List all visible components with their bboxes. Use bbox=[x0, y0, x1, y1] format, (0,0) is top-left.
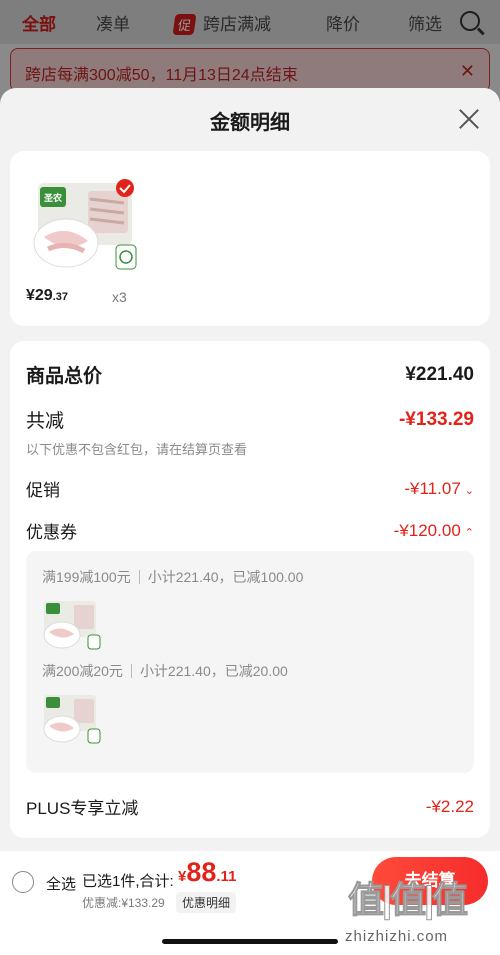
price-integer: 29 bbox=[34, 287, 53, 304]
promo-value-wrap: -¥11.07 ⌄ bbox=[404, 479, 474, 499]
coupon-item: 满200减20元 小计221.40，已减20.00 bbox=[42, 661, 288, 681]
sheet-title: 金额明细 bbox=[210, 112, 290, 134]
tab-cross-store: 促跨店满减 bbox=[172, 10, 272, 35]
watermark-url: zhizhizhi.com bbox=[345, 928, 449, 945]
discount-detail-button[interactable]: 优惠明细 bbox=[176, 892, 237, 913]
amount-detail-sheet: 金额明细 圣农 ¥29.37 x3 商品总价 ¥221.40 共减 -¥133.… bbox=[0, 88, 500, 955]
chevron-down-icon: ⌄ bbox=[464, 484, 474, 497]
amount-breakdown-card: 商品总价 ¥221.40 共减 -¥133.29 以下优惠不包含红包，请在结算页… bbox=[10, 341, 490, 838]
coupon-detail: 小计221.40，已减20.00 bbox=[139, 663, 288, 679]
coupon-value: -¥120.00 bbox=[393, 520, 461, 540]
tab-combine: 凑单 bbox=[96, 15, 130, 34]
coupon-rule: 满200减20元 bbox=[42, 663, 123, 679]
total-price: ¥88.11 bbox=[178, 857, 236, 888]
coupon-item: 满199减100元 小计221.40，已减100.00 bbox=[42, 567, 303, 587]
promo-value: -¥11.07 bbox=[404, 478, 461, 498]
plus-value: -¥2.22 bbox=[425, 796, 474, 816]
chevron-up-icon: ⌃ bbox=[464, 526, 474, 539]
goods-total-row: 商品总价 ¥221.40 bbox=[26, 361, 474, 388]
total-reduce-label: 共减 bbox=[26, 411, 65, 432]
select-all-label[interactable]: 全选 bbox=[46, 873, 76, 894]
promo-banner: 跨店每满300减50，11月13日24点结束 ✕ bbox=[10, 48, 490, 92]
product-card: 圣农 ¥29.37 x3 bbox=[10, 151, 490, 326]
coupon-value-wrap: -¥120.00 ⌃ bbox=[394, 521, 474, 541]
product-image: 圣农 bbox=[33, 179, 137, 270]
divider bbox=[138, 570, 140, 584]
selected-summary: 已选1件,合计: bbox=[82, 873, 174, 890]
discount-note: 以下优惠不包含红包，请在结算页查看 bbox=[26, 442, 248, 457]
total-integer: 88 bbox=[186, 857, 217, 887]
brand-text: 圣农 bbox=[44, 192, 63, 203]
plus-row: PLUS专享立减 -¥2.22 bbox=[26, 794, 474, 819]
close-icon[interactable] bbox=[458, 108, 480, 130]
price-decimal: .37 bbox=[52, 291, 68, 303]
total-decimal: .11 bbox=[216, 868, 237, 885]
quantity: x3 bbox=[112, 289, 127, 305]
coupon-product-image bbox=[43, 695, 101, 744]
coupon-rule: 满199减100元 bbox=[42, 569, 131, 585]
goods-total-value: ¥221.40 bbox=[405, 363, 474, 385]
coupon-detail: 小计221.40，已减100.00 bbox=[147, 569, 304, 585]
plus-label: PLUS专享立减 bbox=[26, 799, 139, 818]
discount-summary: 优惠减:¥133.29 bbox=[82, 896, 165, 910]
watermark-logo: 值|值|值 bbox=[347, 879, 468, 921]
unit-price: ¥29.37 bbox=[26, 287, 68, 305]
background-tab-bar: 全部 凑单 促跨店满减 降价 筛选 bbox=[0, 0, 500, 44]
tab-all: 全部 bbox=[22, 15, 56, 34]
search-icon bbox=[460, 11, 480, 31]
tab-cross-store-label: 跨店满减 bbox=[203, 15, 272, 34]
coupon-detail-box: 满199减100元 小计221.40，已减100.00 满200减20元 小计221… bbox=[26, 551, 474, 773]
coupon-label: 优惠券 bbox=[26, 523, 77, 542]
checkout-bar: 全选 已选1件,合计: ¥88.11 优惠减:¥133.29 优惠明细 去结算 … bbox=[0, 851, 500, 955]
tab-price-drop: 降价 bbox=[326, 15, 360, 34]
promo-tag: 促 bbox=[172, 14, 197, 35]
close-icon: ✕ bbox=[459, 61, 475, 81]
promo-label: 促销 bbox=[26, 481, 60, 500]
total-reduce-value: -¥133.29 bbox=[398, 408, 474, 430]
coupon-product-image bbox=[43, 601, 101, 650]
select-all-radio[interactable] bbox=[12, 871, 34, 893]
coupon-row[interactable]: 优惠券 -¥120.00 ⌃ bbox=[26, 518, 474, 543]
goods-total-label: 商品总价 bbox=[26, 366, 103, 387]
home-indicator bbox=[162, 939, 338, 944]
price-symbol: ¥ bbox=[26, 287, 35, 304]
divider bbox=[130, 664, 132, 678]
promo-row[interactable]: 促销 -¥11.07 ⌄ bbox=[26, 476, 474, 501]
total-reduce-row: 共减 -¥133.29 bbox=[26, 406, 474, 433]
tab-filter: 筛选 bbox=[408, 15, 442, 34]
promo-banner-text: 跨店每满300减50，11月13日24点结束 bbox=[25, 67, 298, 84]
